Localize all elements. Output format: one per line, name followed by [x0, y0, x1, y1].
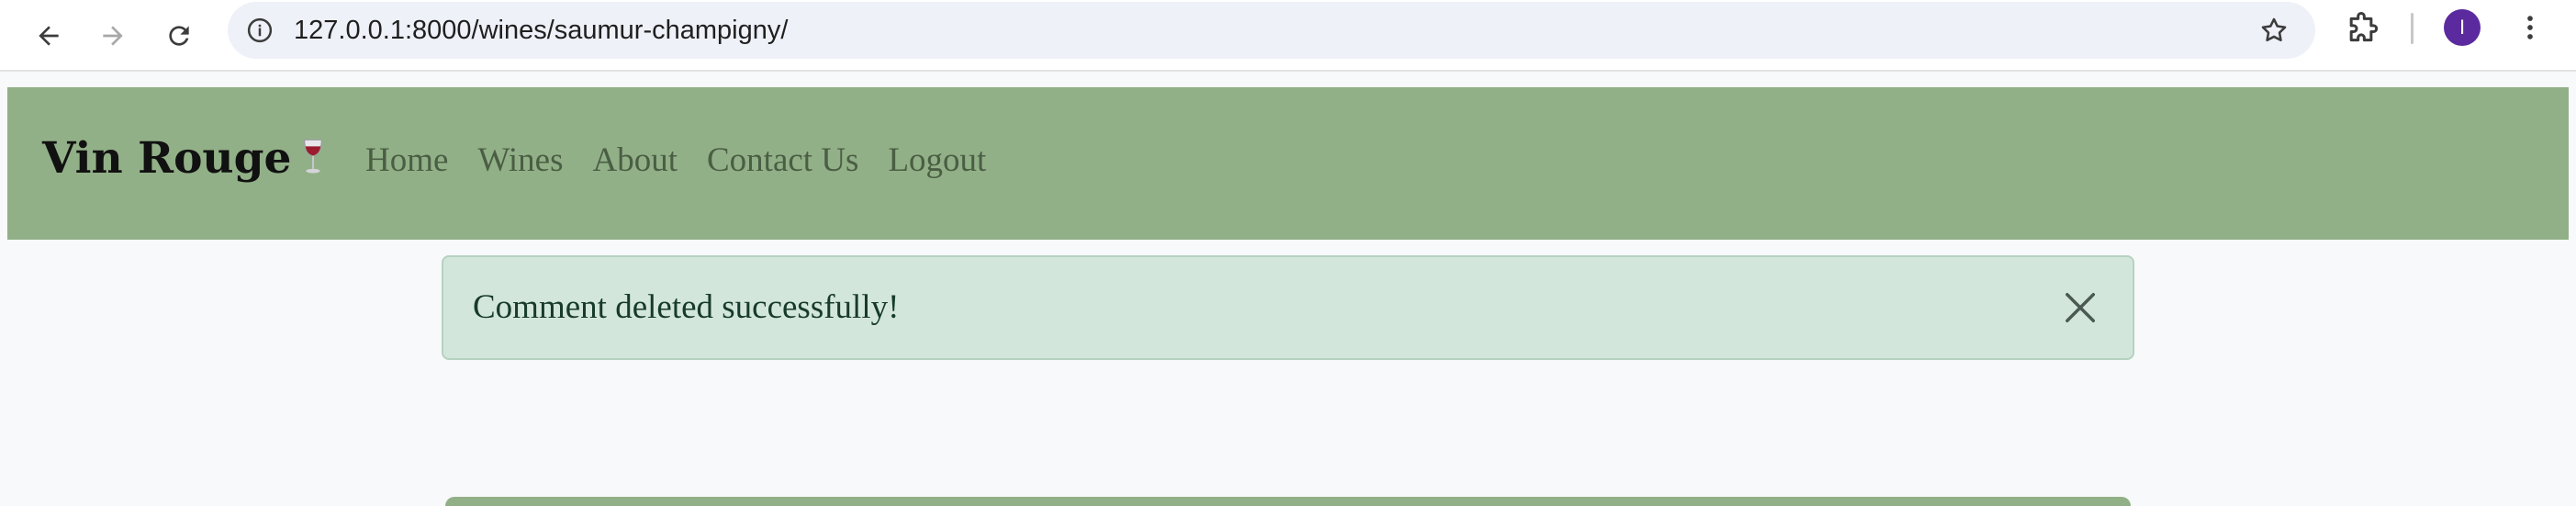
site-info-icon[interactable]	[244, 15, 275, 46]
toolbar-separator	[2411, 13, 2414, 44]
back-button[interactable]	[24, 11, 73, 61]
wine-glass-icon	[300, 137, 326, 187]
forward-button[interactable]	[88, 11, 138, 61]
arrow-left-icon	[39, 26, 59, 46]
nav-link-contact[interactable]: Contact Us	[707, 141, 858, 180]
nav-link-about[interactable]: About	[592, 141, 678, 180]
alert-message: Comment deleted successfully!	[473, 288, 900, 326]
site-navbar: Vin Rouge Home Wines About Contact Us Lo…	[7, 87, 2569, 240]
brand-link[interactable]: Vin Rouge	[42, 133, 326, 187]
nav-link-wines[interactable]: Wines	[477, 141, 563, 180]
more-menu-icon[interactable]	[2512, 9, 2548, 46]
nav-link-logout[interactable]: Logout	[888, 141, 986, 180]
close-icon[interactable]	[2063, 290, 2098, 325]
reload-button[interactable]	[154, 11, 204, 61]
content-card	[445, 497, 2131, 506]
success-alert: Comment deleted successfully!	[442, 255, 2134, 360]
extensions-puzzle-icon[interactable]	[2343, 11, 2380, 48]
url-text[interactable]: 127.0.0.1:8000/wines/saumur-champigny/	[294, 2, 788, 59]
nav-link-home[interactable]: Home	[365, 141, 448, 180]
profile-avatar[interactable]: I	[2444, 9, 2481, 46]
bookmark-star-icon[interactable]	[2258, 15, 2290, 46]
address-bar[interactable]: 127.0.0.1:8000/wines/saumur-champigny/	[228, 2, 2315, 59]
brand-name: Vin Rouge	[42, 133, 292, 184]
nav-links: Home Wines About Contact Us Logout	[365, 141, 986, 180]
reload-icon	[169, 26, 189, 46]
arrow-right-icon	[103, 26, 123, 46]
browser-toolbar: 127.0.0.1:8000/wines/saumur-champigny/ I	[0, 0, 2576, 72]
